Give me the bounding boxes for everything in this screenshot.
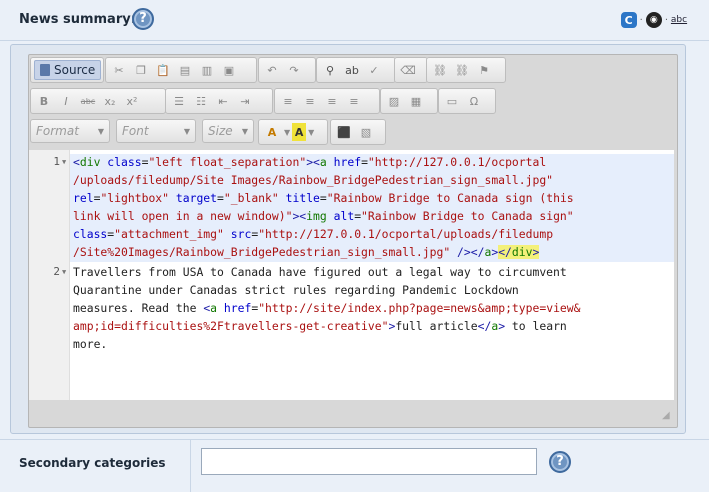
secondary-categories-input[interactable]: [201, 448, 537, 475]
source-button[interactable]: Source: [34, 60, 102, 80]
indent-icon[interactable]: ⇥: [235, 92, 255, 110]
show-blocks-icon[interactable]: ▧: [356, 123, 376, 141]
align-justify-icon[interactable]: ≡: [344, 92, 364, 110]
chevron-down-icon[interactable]: ▼: [284, 128, 290, 137]
strike-icon[interactable]: abc: [78, 92, 98, 110]
maximize-icon[interactable]: ⬛: [334, 123, 354, 141]
field-label: News summary:: [19, 12, 136, 27]
chevron-down-icon[interactable]: ▼: [308, 128, 314, 137]
column-divider: [190, 440, 191, 492]
italic-icon[interactable]: I: [56, 92, 76, 110]
anchor-flag-icon[interactable]: ⚑: [474, 61, 494, 79]
wysiwyg-icon[interactable]: ◉: [645, 12, 662, 28]
separator-dot: ·: [664, 14, 668, 26]
bulleted-list-icon[interactable]: ☷: [191, 92, 211, 110]
format-combo[interactable]: Format ▼: [30, 119, 110, 143]
toolbar-row-2: B I abc x₂ x² ☰ ☷ ⇤ ⇥ ≡ ≡ ≡ ≡ ▨ ▦ ▭ Ω: [30, 88, 670, 114]
subscript-icon[interactable]: x₂: [100, 92, 120, 110]
chevron-down-icon: ▼: [97, 126, 104, 136]
comcode-icon[interactable]: C: [620, 12, 637, 28]
unlink-icon[interactable]: ⛓: [452, 61, 472, 79]
fold-arrow-icon[interactable]: ▼: [62, 263, 66, 281]
secondary-categories-label: Secondary categories: [19, 456, 166, 470]
toolbar-row-1: Source ✂ ❐ 📋 ▤ ▥ ▣ ↶ ↷ ⚲ ab ✓ ⌫ ⛓ ⛓ ⚑: [30, 57, 670, 83]
undo-icon[interactable]: ↶: [262, 61, 282, 79]
code-line-2-b: Quarantine under Canadas strict rules re…: [73, 283, 519, 297]
paste-icon[interactable]: 📋: [153, 61, 173, 79]
redo-icon[interactable]: ↷: [284, 61, 304, 79]
special-char-icon[interactable]: Ω: [464, 92, 484, 110]
spellcheck-icon[interactable]: abc: [671, 12, 687, 28]
code-line-2-e: more.: [73, 337, 108, 351]
table-icon[interactable]: ▦: [406, 92, 426, 110]
source-group: Source: [30, 57, 104, 83]
align-center-icon[interactable]: ≡: [300, 92, 320, 110]
code-line-1-e: class="attachment_img" src="http://127.0…: [73, 227, 554, 241]
find-icon[interactable]: ⚲: [320, 61, 340, 79]
insert-group: ▨ ▦: [380, 88, 438, 114]
tools-group: ⬛ ▧: [330, 119, 386, 145]
copy-icon[interactable]: ❐: [131, 61, 151, 79]
code-line-1-a: <div class="left float_separation"><a hr…: [73, 155, 547, 169]
source-label: Source: [54, 63, 96, 77]
superscript-icon[interactable]: x²: [122, 92, 142, 110]
clipboard-group: ✂ ❐ 📋 ▤ ▥ ▣: [105, 57, 257, 83]
align-left-icon[interactable]: ≡: [278, 92, 298, 110]
numbered-list-icon[interactable]: ☰: [169, 92, 189, 110]
cut-icon[interactable]: ✂: [109, 61, 129, 79]
line-number: 2: [53, 265, 60, 278]
outdent-icon[interactable]: ⇤: [213, 92, 233, 110]
chevron-down-icon: ▼: [183, 126, 190, 136]
templates-icon[interactable]: ▣: [219, 61, 239, 79]
resize-handle-icon[interactable]: ◢: [662, 410, 672, 421]
separator-dot: ·: [639, 14, 643, 26]
code-line-1-c: rel="lightbox" target="_blank" title="Ra…: [73, 191, 574, 205]
text-color-icon[interactable]: A: [262, 123, 282, 141]
format-combo-label: Format: [36, 124, 79, 138]
line-number: 1: [53, 155, 60, 168]
line-gutter: 1 ▼ 2 ▼: [29, 150, 70, 400]
size-combo[interactable]: Size ▼: [202, 119, 254, 143]
help-icon[interactable]: ?: [132, 8, 154, 30]
format-remove-group: ⌫: [394, 57, 428, 83]
paste-text-icon[interactable]: ▤: [175, 61, 195, 79]
image-icon[interactable]: ▨: [384, 92, 404, 110]
list-group: ☰ ☷ ⇤ ⇥: [165, 88, 273, 114]
special-group: ▭ Ω: [438, 88, 496, 114]
font-combo[interactable]: Font ▼: [116, 119, 196, 143]
bold-icon[interactable]: B: [34, 92, 54, 110]
code-line-2-c: measures. Read the <a href="http://site/…: [73, 301, 581, 315]
code-line-2-a: Travellers from USA to Canada have figur…: [73, 265, 567, 279]
align-group: ≡ ≡ ≡ ≡: [274, 88, 380, 114]
align-right-icon[interactable]: ≡: [322, 92, 342, 110]
code-line-1-b: /uploads/filedump/Site Images/Rainbow_Br…: [73, 173, 554, 187]
code-line-1-f: /Site%20Images/Rainbow_BridgePedestrian_…: [73, 245, 540, 259]
editor-mode-icons: C · ◉ · abc: [620, 11, 687, 29]
paste-word-icon[interactable]: ▥: [197, 61, 217, 79]
undo-group: ↶ ↷: [258, 57, 316, 83]
link-group: ⛓ ⛓ ⚑: [426, 57, 506, 83]
link-icon[interactable]: ⛓: [430, 61, 450, 79]
bg-color-icon[interactable]: A: [292, 123, 307, 141]
chevron-down-icon: ▼: [241, 126, 248, 136]
replace-icon[interactable]: ab: [342, 61, 362, 79]
basic-styles-group: B I abc x₂ x²: [30, 88, 166, 114]
horizontal-rule-icon[interactable]: ▭: [442, 92, 462, 110]
source-code-area[interactable]: 1 ▼ 2 ▼ <div class="left float_separatio…: [29, 150, 674, 400]
size-combo-label: Size: [208, 124, 233, 138]
code-line-1-d: link will open in a new window)"><img al…: [73, 209, 574, 223]
toolbar-row-3: Format ▼ Font ▼ Size ▼ A ▼ A ▼ ⬛ ▧: [30, 119, 670, 145]
secondary-categories-row: Secondary categories ?: [0, 439, 709, 492]
color-group: A ▼ A ▼: [258, 119, 328, 145]
help-icon[interactable]: ?: [549, 451, 571, 473]
eraser-icon[interactable]: ⌫: [398, 61, 418, 79]
find-group: ⚲ ab ✓: [316, 57, 396, 83]
fold-arrow-icon[interactable]: ▼: [62, 153, 66, 171]
code-line-2-d: amp;id=difficulties%2Ftravellers-get-cre…: [73, 319, 567, 333]
source-doc-icon: [40, 64, 50, 76]
spellcheck-toolbar-icon[interactable]: ✓: [364, 61, 384, 79]
font-combo-label: Font: [122, 124, 149, 138]
news-summary-header: News summary: ? C · ◉ · abc: [0, 0, 709, 41]
